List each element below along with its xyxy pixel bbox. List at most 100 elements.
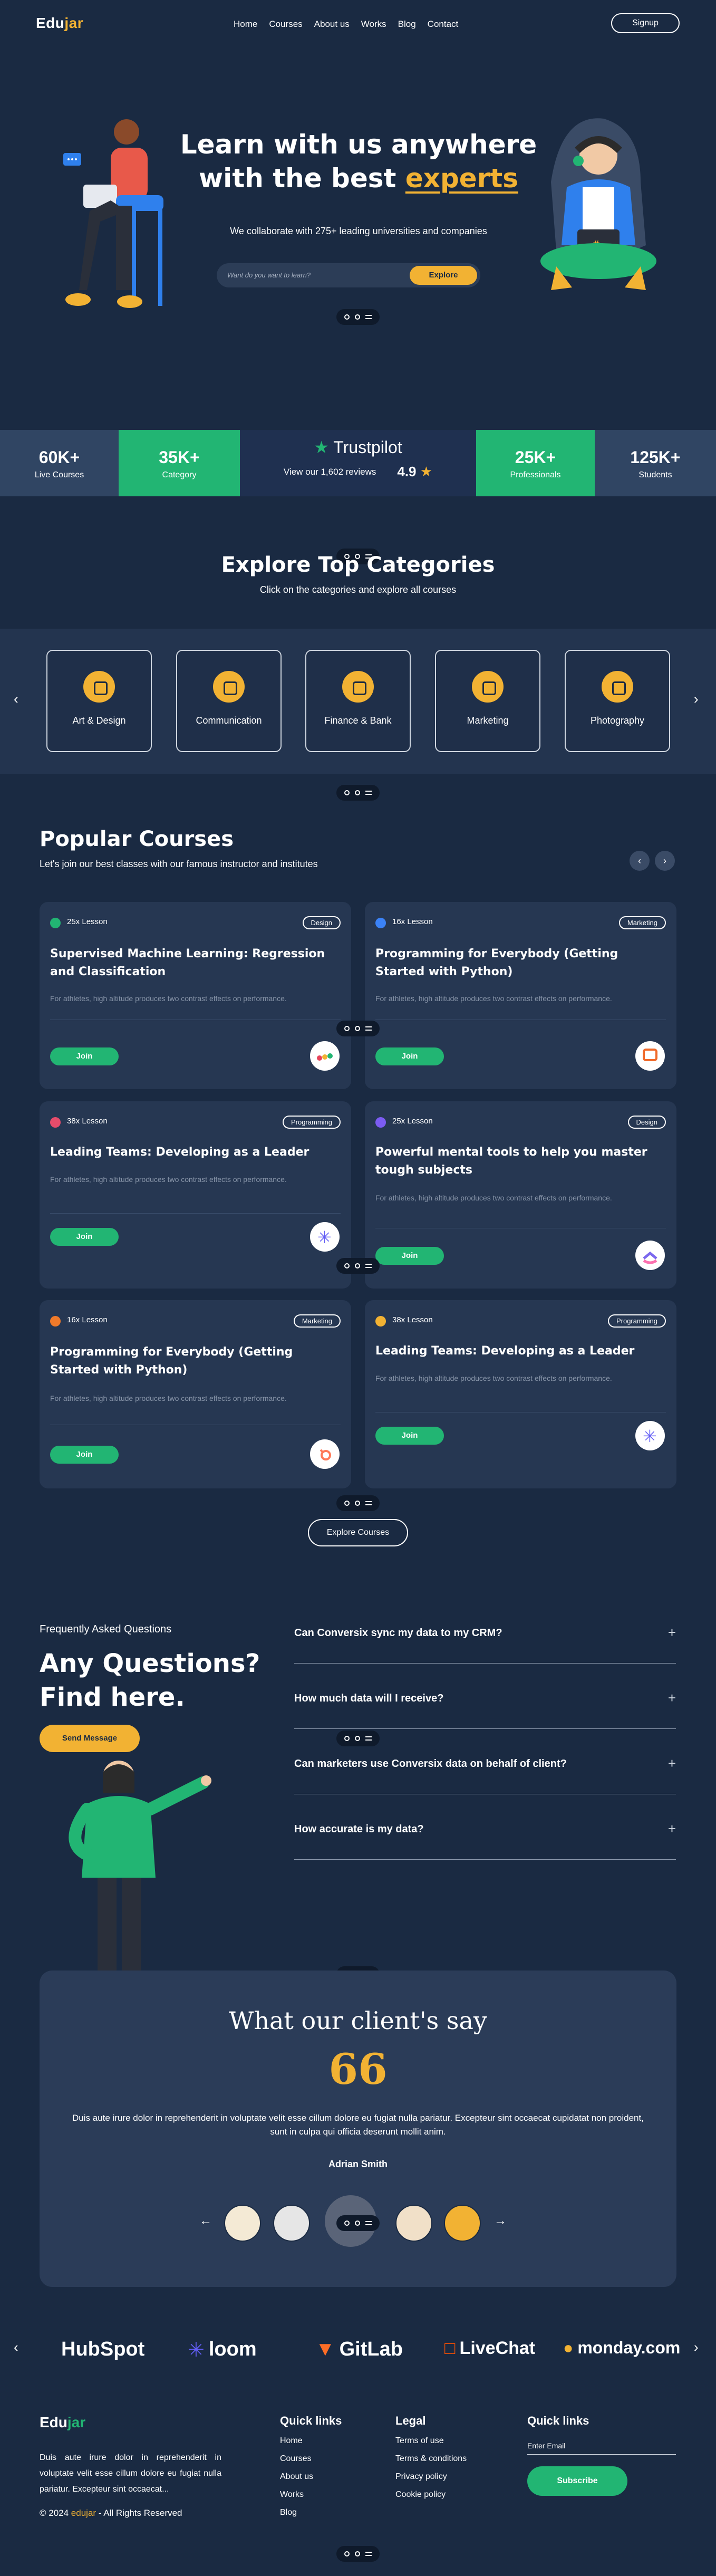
search-input[interactable]: Want do you want to learn? (227, 271, 311, 279)
avatar[interactable] (395, 2205, 432, 2242)
footer-copyright: © 2024 edujar - All Rights Reserved (40, 2508, 182, 2518)
stats-bar: 60K+ Live Courses 35K+ Category ★ Trustp… (0, 430, 716, 496)
plus-icon: + (667, 1625, 676, 1640)
course-card[interactable]: 38x Lesson Programming Leading Teams: De… (365, 1300, 676, 1488)
join-button[interactable]: Join (375, 1047, 444, 1065)
course-title[interactable]: Powerful mental tools to help you master… (375, 1143, 660, 1179)
testimonial-prev-icon[interactable]: ← (199, 2214, 212, 2228)
footer-link-terms-conditions[interactable]: Terms & conditions (395, 2454, 467, 2464)
loom-logo-icon: ✳ (635, 1421, 665, 1450)
svg-text:✳: ✳ (317, 1227, 332, 1247)
explore-courses-button[interactable]: Explore Courses (308, 1519, 408, 1546)
nav-item-works[interactable]: Works (361, 19, 386, 30)
faq-item[interactable]: How accurate is my data? + (294, 1794, 676, 1860)
footer-link-privacy[interactable]: Privacy policy (395, 2472, 467, 2482)
footer-logo[interactable]: Edujar (40, 2414, 85, 2431)
stat-live-courses: 60K+ Live Courses (34, 448, 84, 479)
monday-icon: ● (563, 2338, 574, 2357)
faq-item[interactable]: How much data will I receive? + (294, 1664, 676, 1729)
palette-icon (83, 671, 115, 703)
chat-icon (213, 671, 245, 703)
nav-item-about[interactable]: About us (314, 19, 350, 30)
carousel-prev-icon[interactable]: ‹ (14, 691, 18, 707)
course-title[interactable]: Supervised Machine Learning: Regression … (50, 945, 335, 981)
nav-item-blog[interactable]: Blog (398, 19, 416, 30)
course-card[interactable]: 25x Lesson Design Supervised Machine Lea… (40, 902, 351, 1089)
testimonial-author: Adrian Smith (328, 2159, 388, 2169)
nav-item-courses[interactable]: Courses (269, 19, 302, 30)
join-button[interactable]: Join (375, 1427, 444, 1445)
avatar[interactable] (224, 2205, 261, 2242)
course-card[interactable]: 38x Lesson Programming Leading Teams: De… (40, 1101, 351, 1289)
faq-kicker: Frequently Asked Questions (40, 1623, 172, 1635)
toolbar-pill[interactable] (336, 785, 380, 801)
course-title[interactable]: Leading Teams: Developing as a Leader (50, 1143, 335, 1161)
testimonial-next-icon[interactable]: → (494, 2214, 507, 2228)
footer-link-home[interactable]: Home (280, 2436, 342, 2446)
course-tag: Marketing (618, 916, 666, 929)
footer-link-blog[interactable]: Blog (280, 2508, 342, 2517)
footer-link-courses[interactable]: Courses (280, 2454, 342, 2464)
course-card[interactable]: 25x Lesson Design Powerful mental tools … (365, 1101, 676, 1289)
category-card-photography[interactable]: Photography (565, 650, 670, 752)
bank-icon (342, 671, 374, 703)
toolbar-pill[interactable] (336, 2546, 380, 2562)
subscribe-button[interactable]: Subscribe (527, 2466, 627, 2496)
avatar[interactable] (444, 2205, 481, 2242)
logos-next-icon[interactable]: › (694, 2339, 699, 2356)
category-card-art-design[interactable]: Art & Design (46, 650, 152, 752)
livechat-logo: □ LiveChat (444, 2338, 536, 2358)
lesson-icon (375, 1316, 386, 1327)
toolbar-pill[interactable] (336, 1021, 380, 1036)
lesson-icon (50, 918, 61, 928)
toolbar-pill[interactable] (336, 309, 380, 325)
course-title[interactable]: Leading Teams: Developing as a Leader (375, 1342, 660, 1360)
logos-prev-icon[interactable]: ‹ (14, 2339, 18, 2356)
footer-link-cookie[interactable]: Cookie policy (395, 2490, 467, 2500)
toolbar-pill[interactable] (336, 2215, 380, 2231)
courses-next-icon[interactable]: › (655, 851, 675, 871)
send-message-button[interactable]: Send Message (40, 1725, 140, 1752)
loom-logo: ✳ loom (188, 2338, 257, 2361)
footer-legal: Legal Terms of use Terms & conditions Pr… (395, 2414, 467, 2500)
category-card-finance-bank[interactable]: Finance & Bank (305, 650, 411, 752)
quote-icon: 66 (328, 2044, 388, 2094)
testimonial-section: What our client's say 66 Duis aute irure… (40, 1971, 676, 2287)
categories-title: Explore Top Categories (221, 553, 495, 577)
join-button[interactable]: Join (375, 1247, 444, 1265)
category-card-communication[interactable]: Communication (176, 650, 282, 752)
toolbar-pill[interactable] (336, 1258, 380, 1274)
explore-button[interactable]: Explore (410, 266, 477, 285)
footer-link-terms-of-use[interactable]: Terms of use (395, 2436, 467, 2446)
course-card[interactable]: 16x Lesson Marketing Programming for Eve… (40, 1300, 351, 1488)
gitlab-logo: ▼ GitLab (315, 2338, 403, 2360)
footer-link-works[interactable]: Works (280, 2490, 342, 2500)
plus-icon: + (667, 1821, 676, 1837)
nav-item-contact[interactable]: Contact (428, 19, 459, 30)
footer-link-about[interactable]: About us (280, 2472, 342, 2482)
category-card-marketing[interactable]: Marketing (435, 650, 540, 752)
lesson-icon (375, 1117, 386, 1128)
course-card[interactable]: 16x Lesson Marketing Programming for Eve… (365, 902, 676, 1089)
course-tag: Programming (607, 1314, 666, 1328)
faq-item[interactable]: Can Conversix sync my data to my CRM? + (294, 1598, 676, 1664)
join-button[interactable]: Join (50, 1047, 119, 1065)
carousel-next-icon[interactable]: › (694, 691, 699, 707)
clickup-logo-icon (635, 1241, 665, 1270)
toolbar-pill[interactable] (336, 1495, 380, 1511)
main-menu: Home Courses About us Works Blog Contact (234, 19, 458, 30)
hero-subtitle: We collaborate with 275+ leading univers… (230, 226, 487, 236)
join-button[interactable]: Join (50, 1228, 119, 1246)
courses-prev-icon[interactable]: ‹ (630, 851, 650, 871)
toolbar-pill[interactable] (336, 1731, 380, 1746)
signup-button[interactable]: Signup (611, 13, 680, 33)
nav-item-home[interactable]: Home (234, 19, 257, 30)
avatar[interactable] (273, 2205, 310, 2242)
course-title[interactable]: Programming for Everybody (Getting Start… (375, 945, 660, 981)
email-input[interactable]: Enter Email (527, 2442, 676, 2455)
faq-title: Any Questions? Find here. (40, 1649, 260, 1712)
course-title[interactable]: Programming for Everybody (Getting Start… (50, 1343, 335, 1379)
trustpilot-widget[interactable]: ★ Trustpilot View our 1,602 reviews 4.9 … (240, 430, 476, 496)
join-button[interactable]: Join (50, 1446, 119, 1464)
site-logo[interactable]: Edujar (36, 15, 83, 32)
